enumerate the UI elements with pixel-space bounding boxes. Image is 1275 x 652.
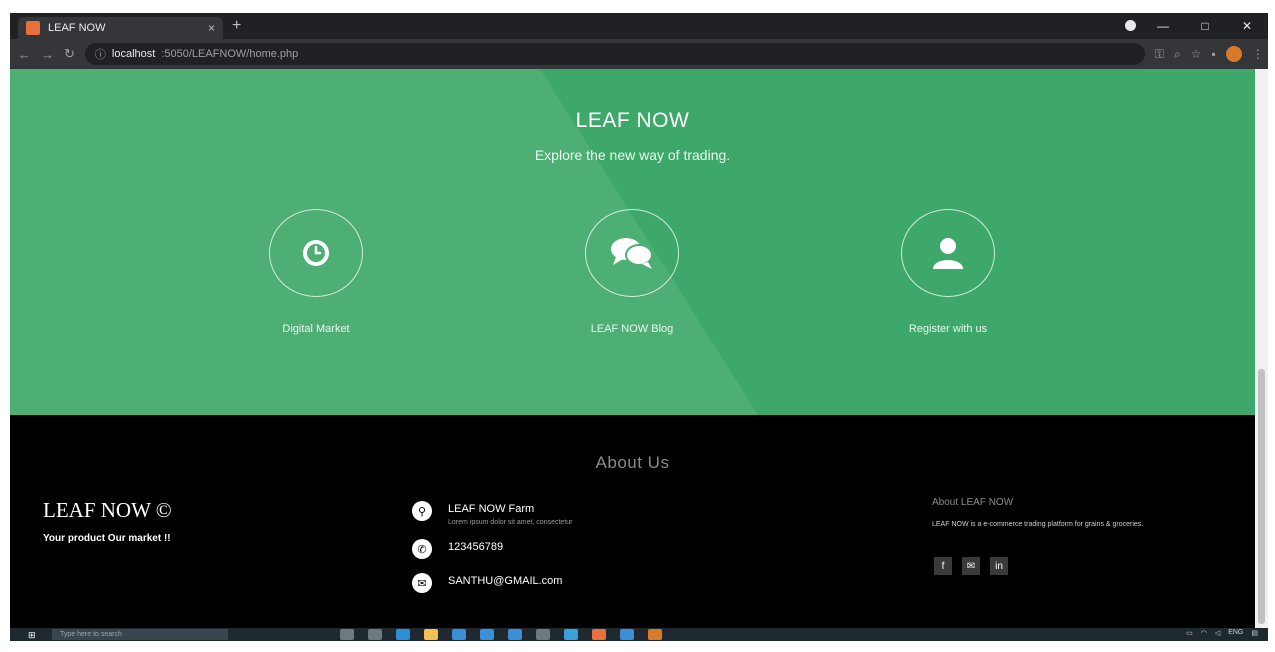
feature-ring[interactable] bbox=[585, 209, 679, 297]
contact-email-address[interactable]: SANTHU@GMAIL.com bbox=[448, 575, 562, 587]
wifi-icon[interactable]: ◠ bbox=[1201, 629, 1207, 637]
calendar-app-icon[interactable] bbox=[508, 629, 522, 640]
reload-icon[interactable]: ↻ bbox=[64, 46, 75, 62]
about-leafnow-title: About LEAF NOW bbox=[932, 497, 1014, 508]
contact-phone-number: 123456789 bbox=[448, 541, 504, 553]
browser-window: LEAF NOW × + — □ ✕ ← → ↻ ⓘ localhost :50… bbox=[10, 13, 1268, 641]
browser-toolbar: ← → ↻ ⓘ localhost :5050/LEAFNOW/home.php… bbox=[10, 39, 1268, 69]
language-indicator[interactable]: ENG bbox=[1228, 629, 1243, 637]
feature-label[interactable]: Digital Market bbox=[216, 323, 416, 335]
feature-ring[interactable] bbox=[269, 209, 363, 297]
tab-strip: LEAF NOW × + — □ ✕ bbox=[10, 13, 1268, 39]
menu-dots-icon[interactable]: ⋮ bbox=[1252, 47, 1264, 61]
feature-register[interactable]: Register with us bbox=[848, 209, 1048, 335]
footer-brand: LEAF NOW © bbox=[43, 498, 172, 522]
xampp-icon[interactable] bbox=[592, 629, 606, 640]
clock-icon bbox=[303, 240, 329, 266]
edge-icon[interactable] bbox=[396, 629, 410, 640]
feature-blog[interactable]: LEAF NOW Blog bbox=[532, 209, 732, 335]
contact-address-name: LEAF NOW Farm bbox=[448, 503, 535, 515]
site-info-icon[interactable]: ⓘ bbox=[95, 46, 106, 62]
chrome-icon[interactable] bbox=[648, 629, 662, 640]
url-path: :5050/LEAFNOW/home.php bbox=[161, 48, 299, 60]
footer-tagline: Your product Our market !! bbox=[43, 533, 171, 544]
feature-ring[interactable] bbox=[901, 209, 995, 297]
page-viewport: LEAF NOW Explore the new way of trading.… bbox=[10, 69, 1268, 628]
battery-icon[interactable]: ▭ bbox=[1186, 629, 1193, 637]
forward-arrow-icon[interactable]: → bbox=[41, 47, 54, 62]
tab-title: LEAF NOW bbox=[48, 22, 106, 34]
user-icon bbox=[933, 238, 963, 269]
toolbar-actions: ⚿ ⌕ ☆ ▪ ⋮ bbox=[1155, 46, 1264, 62]
notifications-icon[interactable]: ▤ bbox=[1251, 629, 1258, 637]
taskbar-apps bbox=[340, 629, 662, 640]
facebook-icon[interactable]: f bbox=[934, 557, 952, 575]
mail-app-icon[interactable] bbox=[480, 629, 494, 640]
account-icon[interactable] bbox=[1125, 20, 1136, 31]
url-host: localhost bbox=[111, 48, 156, 60]
page-scrollbar[interactable] bbox=[1255, 69, 1268, 628]
email-icon: ✉ bbox=[412, 573, 432, 593]
taskbar-search[interactable]: Type here to search bbox=[52, 629, 228, 640]
new-tab-button[interactable]: + bbox=[232, 18, 241, 34]
store-icon[interactable] bbox=[452, 629, 466, 640]
footer: About Us LEAF NOW © Your product Our mar… bbox=[10, 415, 1255, 628]
bookmark-star-icon[interactable]: ☆ bbox=[1191, 47, 1202, 61]
about-us-heading: About Us bbox=[595, 453, 670, 472]
cortana-icon[interactable] bbox=[340, 629, 354, 640]
search-app-icon[interactable] bbox=[620, 629, 634, 640]
file-explorer-icon[interactable] bbox=[424, 629, 438, 640]
hero-title: LEAF NOW bbox=[575, 109, 690, 132]
browser-tab[interactable]: LEAF NOW × bbox=[18, 17, 223, 39]
maximize-button[interactable]: □ bbox=[1184, 19, 1226, 33]
window-controls: — □ ✕ bbox=[1142, 13, 1268, 39]
tab-close-button[interactable]: × bbox=[208, 21, 215, 35]
vscode-icon[interactable] bbox=[564, 629, 578, 640]
scrollbar-thumb[interactable] bbox=[1258, 369, 1265, 624]
terminal-icon[interactable] bbox=[536, 629, 550, 640]
back-arrow-icon[interactable]: ← bbox=[18, 47, 31, 62]
minimize-button[interactable]: — bbox=[1142, 19, 1184, 33]
zoom-icon[interactable]: ⌕ bbox=[1174, 47, 1181, 62]
chat-icon bbox=[611, 238, 653, 269]
location-icon: ⚲ bbox=[412, 501, 432, 521]
mail-icon[interactable]: ✉ bbox=[962, 557, 980, 575]
profile-avatar[interactable] bbox=[1225, 46, 1242, 62]
close-window-button[interactable]: ✕ bbox=[1226, 19, 1268, 33]
windows-start-icon[interactable]: ⊞ bbox=[28, 630, 36, 641]
social-links: f ✉ in bbox=[934, 557, 1008, 575]
about-leafnow-text: LEAF NOW is a e-commerce trading platfor… bbox=[932, 521, 1144, 528]
volume-icon[interactable]: ◁ bbox=[1215, 629, 1220, 637]
extensions-icon[interactable]: ▪ bbox=[1212, 47, 1216, 61]
linkedin-icon[interactable]: in bbox=[990, 557, 1008, 575]
phone-icon: ✆ bbox=[412, 539, 432, 559]
feature-label[interactable]: Register with us bbox=[848, 323, 1048, 335]
favicon-icon bbox=[26, 21, 40, 35]
windows-taskbar: ⊞ Type here to search ▭ ◠ ◁ ENG ▤ bbox=[10, 628, 1268, 641]
feature-label[interactable]: LEAF NOW Blog bbox=[532, 323, 732, 335]
hero-subtitle: Explore the new way of trading. bbox=[534, 147, 731, 163]
feature-digital-market[interactable]: Digital Market bbox=[216, 209, 416, 335]
key-icon[interactable]: ⚿ bbox=[1155, 47, 1164, 62]
task-view-icon[interactable] bbox=[368, 629, 382, 640]
system-tray: ▭ ◠ ◁ ENG ▤ bbox=[1186, 629, 1258, 637]
address-bar[interactable]: ⓘ localhost :5050/LEAFNOW/home.php bbox=[84, 43, 1145, 65]
hero-section: LEAF NOW Explore the new way of trading.… bbox=[10, 69, 1255, 415]
contact-address-detail: Lorem ipsum dolor sit amet, consectetur bbox=[448, 519, 573, 526]
